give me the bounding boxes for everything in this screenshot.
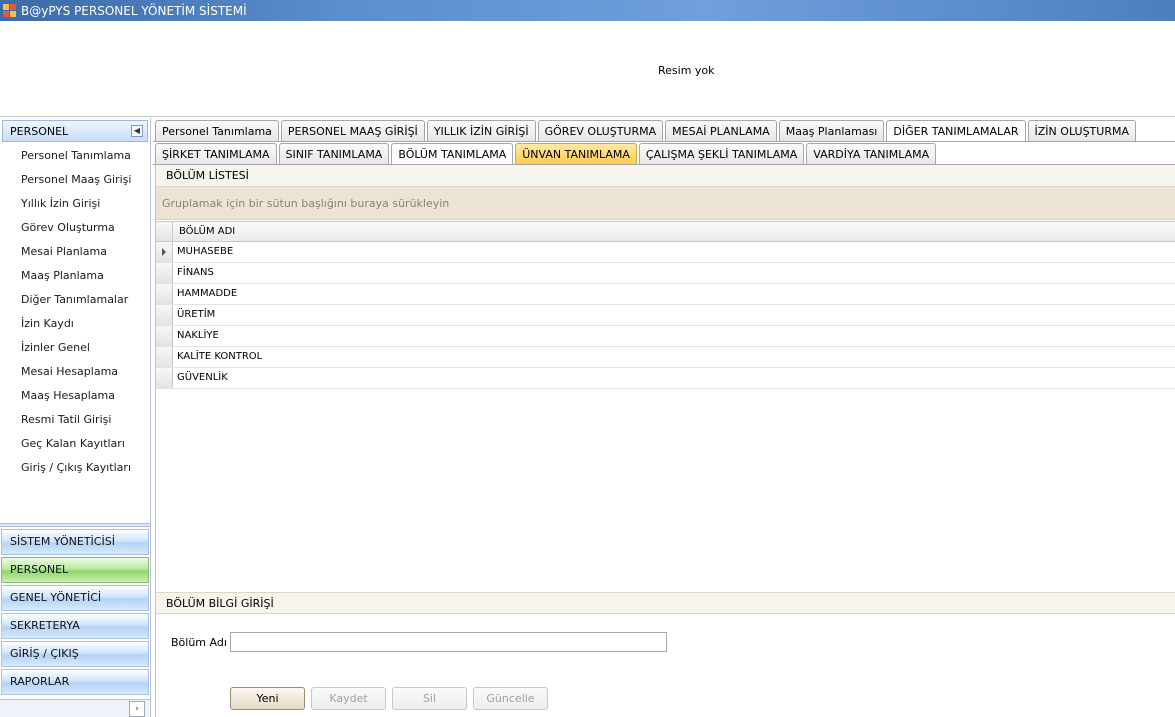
update-button[interactable]: Güncelle (473, 687, 548, 710)
sidebar-item-gorev-olusturma[interactable]: Görev Oluşturma (0, 216, 150, 240)
tab-personel-maas-girisi[interactable]: PERSONEL MAAŞ GİRİŞİ (280, 120, 425, 141)
header-image-area: Resim yok (0, 21, 1175, 117)
table-cell[interactable]: FİNANS (173, 263, 1175, 283)
sidebar-item-personel-tanimlama[interactable]: Personel Tanımlama (0, 144, 150, 168)
save-button[interactable]: Kaydet (311, 687, 386, 710)
new-button[interactable]: Yeni (230, 687, 305, 710)
sidebar-item-izinler-genel[interactable]: İzinler Genel (0, 336, 150, 360)
bolum-info-panel: BÖLÜM BİLGİ GİRİŞİ Bölüm Adı : Yeni Kayd… (155, 592, 1175, 717)
tab-bolum-tanimlama[interactable]: BÖLÜM TANIMLAMA (391, 143, 514, 165)
grid-header-row: BÖLÜM ADI (156, 221, 1175, 242)
tab-gorev-olusturma[interactable]: GÖREV OLUŞTURMA (537, 120, 664, 141)
row-indicator[interactable] (156, 284, 173, 304)
main-content: Personel Tanımlama PERSONEL MAAŞ GİRİŞİ … (153, 118, 1175, 717)
table-row[interactable]: ÜRETİM (156, 305, 1175, 326)
sidebar-item-gec-kalan-kayitlari[interactable]: Geç Kalan Kayıtları (0, 432, 150, 456)
table-row[interactable]: MUHASEBE (156, 242, 1175, 263)
bolum-list-panel: BÖLÜM LİSTESİ Gruplamak için bir sütun b… (155, 165, 1175, 592)
tab-sinif-tanimlama[interactable]: SINIF TANIMLAMA (278, 143, 390, 164)
table-cell[interactable]: MUHASEBE (173, 242, 1175, 262)
tab-maas-planlamasi[interactable]: Maaş Planlaması (778, 120, 885, 141)
sidebar-item-mesai-hesaplama[interactable]: Mesai Hesaplama (0, 360, 150, 384)
row-indicator[interactable] (156, 368, 173, 388)
row-indicator[interactable] (156, 305, 173, 325)
app-icon (3, 3, 17, 18)
sidebar-item-giris-cikis-kayitlari[interactable]: Giriş / Çıkış Kayıtları (0, 456, 150, 480)
sidebar-item-diger-tanimlamalar[interactable]: Diğer Tanımlamalar (0, 288, 150, 312)
row-indicator[interactable] (156, 326, 173, 346)
nav-footer: › (0, 699, 150, 717)
window-titlebar: B@yPYS PERSONEL YÖNETİM SİSTEMİ (0, 0, 1175, 21)
nav-splitter[interactable] (0, 523, 150, 527)
tab-mesai-planlama[interactable]: MESAİ PLANLAMA (665, 120, 777, 141)
nav-group-giris-cikis[interactable]: GİRİŞ / ÇIKIŞ (1, 641, 149, 667)
image-placeholder-text: Resim yok (658, 64, 715, 77)
table-row[interactable]: GÜVENLİK (156, 368, 1175, 389)
main-tab-strip: Personel Tanımlama PERSONEL MAAŞ GİRİŞİ … (153, 120, 1136, 142)
sub-tab-strip: ŞİRKET TANIMLAMA SINIF TANIMLAMA BÖLÜM T… (153, 143, 937, 165)
sidebar-item-yillik-izin-girisi[interactable]: Yıllık İzin Girişi (0, 192, 150, 216)
table-cell[interactable]: GÜVENLİK (173, 368, 1175, 388)
sidebar-item-personel-maas-girisi[interactable]: Personel Maaş Girişi (0, 168, 150, 192)
sidebar-item-maas-planlama[interactable]: Maaş Planlama (0, 264, 150, 288)
tab-yillik-izin-girisi[interactable]: YILLIK İZİN GİRİŞİ (426, 120, 536, 141)
bolum-grid: BÖLÜM ADI MUHASEBE FİNANS HAMMADDE ÜRETİ… (156, 221, 1175, 389)
sidebar-item-resmi-tatil-girisi[interactable]: Resmi Tatil Girişi (0, 408, 150, 432)
nav-section-title: PERSONEL (10, 124, 69, 138)
nav-item-list: Personel Tanımlama Personel Maaş Girişi … (0, 142, 150, 480)
panel-title: BÖLÜM BİLGİ GİRİŞİ (156, 592, 1175, 614)
collapse-icon[interactable]: ◀ (131, 125, 143, 137)
current-row-icon (162, 248, 166, 256)
tab-vardiya-tanimlama[interactable]: VARDİYA TANIMLAMA (806, 143, 937, 164)
table-row[interactable]: FİNANS (156, 263, 1175, 284)
tab-personel-tanimlama[interactable]: Personel Tanımlama (155, 120, 279, 141)
tab-strip-divider (153, 141, 1175, 142)
tab-unvan-tanimlama[interactable]: ÜNVAN TANIMLAMA (515, 143, 637, 164)
group-by-drop-area[interactable]: Gruplamak için bir sütun başlığını buray… (156, 187, 1175, 220)
table-row[interactable]: HAMMADDE (156, 284, 1175, 305)
nav-group-sistem-yoneticisi[interactable]: SİSTEM YÖNETİCİSİ (1, 529, 149, 555)
tab-sirket-tanimlama[interactable]: ŞİRKET TANIMLAMA (155, 143, 277, 164)
nav-group-personel[interactable]: PERSONEL (1, 557, 149, 583)
window-title: B@yPYS PERSONEL YÖNETİM SİSTEMİ (21, 3, 247, 18)
tab-izin-olusturma[interactable]: İZİN OLUŞTURMA (1027, 120, 1136, 141)
nav-group-list: SİSTEM YÖNETİCİSİ PERSONEL GENEL YÖNETİC… (0, 523, 150, 695)
row-indicator-header (156, 222, 173, 241)
panel-title: BÖLÜM LİSTESİ (156, 165, 1175, 187)
sidebar-item-maas-hesaplama[interactable]: Maaş Hesaplama (0, 384, 150, 408)
table-cell[interactable]: ÜRETİM (173, 305, 1175, 325)
chevron-right-icon[interactable]: › (129, 701, 145, 717)
nav-group-genel-yonetici[interactable]: GENEL YÖNETİCİ (1, 585, 149, 611)
row-indicator[interactable] (156, 347, 173, 367)
row-indicator[interactable] (156, 263, 173, 283)
bolum-adi-label: Bölüm Adı : (171, 636, 235, 649)
tab-diger-tanimlamalar[interactable]: DİĞER TANIMLAMALAR (886, 120, 1026, 142)
table-row[interactable]: NAKLİYE (156, 326, 1175, 347)
table-cell[interactable]: NAKLİYE (173, 326, 1175, 346)
left-navigation: PERSONEL ◀ Personel Tanımlama Personel M… (0, 118, 151, 717)
column-header-bolum-adi[interactable]: BÖLÜM ADI (173, 222, 1175, 241)
bolum-adi-input[interactable] (230, 632, 667, 652)
delete-button[interactable]: Sil (392, 687, 467, 710)
nav-group-sekreterya[interactable]: SEKRETERYA (1, 613, 149, 639)
table-cell[interactable]: HAMMADDE (173, 284, 1175, 304)
nav-section-header: PERSONEL ◀ (2, 120, 148, 142)
table-row[interactable]: KALİTE KONTROL (156, 347, 1175, 368)
sidebar-item-izin-kaydi[interactable]: İzin Kaydı (0, 312, 150, 336)
sidebar-item-mesai-planlama[interactable]: Mesai Planlama (0, 240, 150, 264)
row-indicator[interactable] (156, 242, 173, 262)
table-cell[interactable]: KALİTE KONTROL (173, 347, 1175, 367)
nav-group-raporlar[interactable]: RAPORLAR (1, 669, 149, 695)
tab-calisma-sekli-tanimlama[interactable]: ÇALIŞMA ŞEKLİ TANIMLAMA (638, 143, 805, 164)
